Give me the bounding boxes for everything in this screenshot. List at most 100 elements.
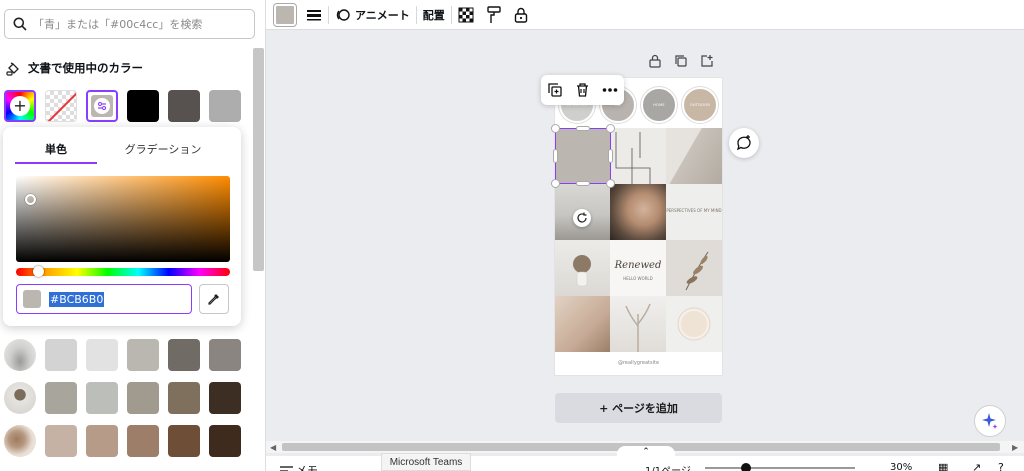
panel-scrollbar[interactable] bbox=[253, 48, 264, 271]
palette-color-swatch[interactable] bbox=[209, 425, 241, 457]
palette-color-swatch[interactable] bbox=[127, 382, 159, 414]
grid-cell[interactable] bbox=[555, 296, 610, 352]
chevron-up-icon: ⌃ bbox=[642, 447, 650, 457]
fill-color-button[interactable] bbox=[274, 0, 296, 30]
grid-cell[interactable] bbox=[610, 184, 666, 240]
eyedropper-button[interactable] bbox=[199, 284, 229, 314]
palette-color-swatch[interactable] bbox=[209, 339, 241, 371]
rotate-handle[interactable] bbox=[573, 209, 591, 227]
grid-cell[interactable] bbox=[555, 240, 610, 296]
selection-box[interactable] bbox=[551, 124, 615, 188]
doc-color-swatch[interactable] bbox=[209, 90, 241, 122]
hex-preview-chip bbox=[23, 290, 41, 308]
palette-photo-thumbnail[interactable] bbox=[4, 425, 36, 457]
trash-icon[interactable] bbox=[575, 82, 590, 98]
expand-pages-handle[interactable]: ⌃ bbox=[617, 446, 675, 458]
animate-label: アニメート bbox=[355, 8, 410, 22]
resize-handle[interactable] bbox=[606, 179, 615, 188]
search-input[interactable]: 「青」または「#00c4cc」を検索 bbox=[33, 16, 202, 32]
hue-knob[interactable] bbox=[33, 266, 44, 277]
hex-input[interactable]: #BCB6B0 bbox=[16, 284, 192, 314]
grid-cell[interactable] bbox=[666, 128, 722, 184]
doc-colors-heading: 文書で使用中のカラー bbox=[6, 60, 143, 76]
grid-cell[interactable] bbox=[610, 128, 666, 184]
arrange-button[interactable]: 配置 bbox=[423, 0, 445, 30]
palette-color-swatch[interactable] bbox=[127, 339, 159, 371]
notes-button[interactable]: メモ bbox=[280, 462, 318, 471]
page-controls bbox=[648, 54, 714, 68]
grid-cell[interactable] bbox=[666, 240, 722, 296]
transparent-swatch[interactable] bbox=[45, 90, 77, 122]
palette-row bbox=[4, 425, 241, 457]
resize-handle[interactable] bbox=[576, 181, 590, 186]
perspectives-text: PERSPECTIVES OF MY MIND bbox=[666, 208, 722, 213]
saturation-value-area[interactable] bbox=[16, 176, 230, 262]
leaf-graphic bbox=[685, 251, 709, 291]
grid-view-icon[interactable]: ▦ bbox=[938, 461, 948, 471]
grid-cell[interactable]: Renewed HELLO WORLD bbox=[610, 240, 666, 296]
palette-color-swatch[interactable] bbox=[86, 339, 118, 371]
doc-color-swatch[interactable] bbox=[168, 90, 200, 122]
palette-color-swatch[interactable] bbox=[168, 382, 200, 414]
color-search-box[interactable]: 「青」または「#00c4cc」を検索 bbox=[4, 9, 255, 39]
resize-handle[interactable] bbox=[551, 124, 560, 133]
transparency-button[interactable] bbox=[458, 0, 474, 30]
resize-handle[interactable] bbox=[576, 126, 590, 131]
palette-color-swatch[interactable] bbox=[86, 382, 118, 414]
scroll-left-arrow[interactable]: ◀ bbox=[270, 443, 276, 452]
hex-value[interactable]: #BCB6B0 bbox=[49, 291, 105, 307]
grid-cell[interactable]: PERSPECTIVES OF MY MIND bbox=[666, 184, 722, 240]
line-art-graphic bbox=[615, 132, 651, 184]
resize-handle[interactable] bbox=[606, 124, 615, 133]
hue-slider[interactable] bbox=[16, 266, 230, 277]
scroll-right-arrow[interactable]: ▶ bbox=[1012, 443, 1018, 452]
copy-style-button[interactable] bbox=[486, 0, 502, 30]
comment-plus-icon bbox=[737, 135, 751, 151]
saturation-knob[interactable] bbox=[25, 194, 36, 205]
lock-page-icon[interactable] bbox=[648, 54, 662, 68]
resize-handle[interactable] bbox=[551, 179, 560, 188]
fullscreen-icon[interactable]: ↗ bbox=[972, 461, 981, 471]
palette-color-swatch[interactable] bbox=[127, 425, 159, 457]
selected-color-swatch[interactable] bbox=[86, 90, 118, 122]
palette-color-swatch[interactable] bbox=[45, 425, 77, 457]
color-picker-popover: 単色 グラデーション #BCB6B0 bbox=[3, 127, 241, 326]
border-style-button[interactable] bbox=[306, 0, 322, 30]
palette-color-swatch[interactable] bbox=[209, 382, 241, 414]
palette-color-swatch[interactable] bbox=[45, 339, 77, 371]
notes-icon bbox=[280, 466, 293, 471]
page-count[interactable]: 1/1ページ bbox=[645, 462, 691, 471]
add-page-icon[interactable] bbox=[700, 54, 714, 68]
magic-assistant-button[interactable] bbox=[974, 405, 1006, 437]
palette-color-swatch[interactable] bbox=[168, 425, 200, 457]
more-options-icon[interactable] bbox=[602, 87, 618, 93]
palette-color-swatch[interactable] bbox=[86, 425, 118, 457]
add-comment-button[interactable] bbox=[729, 128, 759, 158]
zoom-slider-knob[interactable] bbox=[741, 463, 751, 471]
palette-photo-thumbnail[interactable] bbox=[4, 382, 36, 414]
tab-gradient[interactable]: グラデーション bbox=[97, 137, 229, 164]
lock-button[interactable] bbox=[514, 0, 528, 30]
zoom-slider[interactable] bbox=[705, 467, 855, 469]
resize-handle[interactable] bbox=[553, 149, 558, 163]
highlight-circle[interactable]: HOME bbox=[641, 87, 677, 123]
doc-color-swatch[interactable] bbox=[127, 90, 159, 122]
grid-cell[interactable] bbox=[610, 296, 666, 352]
palette-color-swatch[interactable] bbox=[45, 382, 77, 414]
tab-solid[interactable]: 単色 bbox=[15, 137, 97, 164]
add-page-button[interactable]: + ページを追加 bbox=[555, 393, 722, 423]
help-icon[interactable]: ? bbox=[998, 461, 1004, 471]
duplicate-icon[interactable] bbox=[547, 82, 563, 98]
add-color-button[interactable]: + bbox=[4, 90, 36, 122]
zoom-level[interactable]: 30% bbox=[890, 462, 912, 471]
toolbar-divider bbox=[415, 5, 417, 24]
grid-cell[interactable] bbox=[666, 296, 722, 352]
paint-roller-icon bbox=[487, 5, 501, 23]
palette-color-swatch[interactable] bbox=[168, 339, 200, 371]
duplicate-page-icon[interactable] bbox=[674, 54, 688, 68]
animate-button[interactable]: アニメート bbox=[335, 0, 410, 30]
highlight-circle[interactable]: OUTDOOR bbox=[682, 87, 718, 123]
brand-subtext: HELLO WORLD bbox=[623, 276, 653, 281]
palette-photo-thumbnail[interactable] bbox=[4, 339, 36, 371]
resize-handle[interactable] bbox=[608, 149, 613, 163]
